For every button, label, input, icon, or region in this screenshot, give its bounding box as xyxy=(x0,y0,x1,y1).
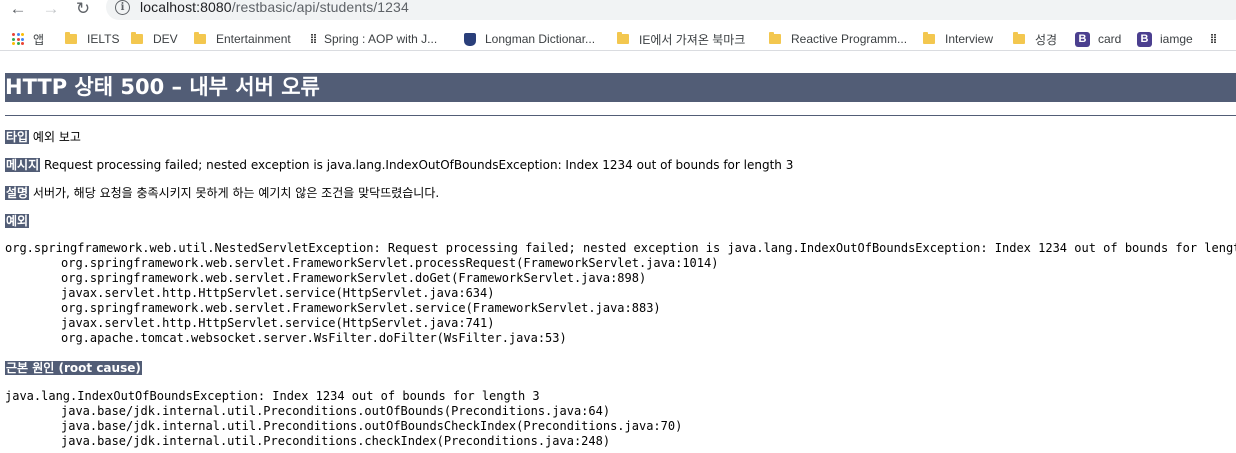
bookmark-overflow[interactable]: ⁞⁞ xyxy=(1210,30,1224,48)
address-bar[interactable]: i localhost:8080/restbasic/api/students/… xyxy=(106,0,1236,20)
bookmark-dev[interactable]: DEV xyxy=(131,30,178,48)
bookmark-bible[interactable]: 성경 xyxy=(1013,30,1057,48)
root-cause-heading: 근본 원인 (root cause) xyxy=(5,360,142,376)
bookmark-label: 성경 xyxy=(1035,32,1058,47)
bookmark-label: DEV xyxy=(153,32,178,46)
bookmark-label: Spring : AOP with J... xyxy=(324,32,438,46)
root-cause-label: 근본 원인 (root cause) xyxy=(5,361,142,375)
dots-icon: ⁞⁞ xyxy=(1210,32,1217,46)
exception-stacktrace: org.springframework.web.util.NestedServl… xyxy=(5,241,1236,346)
bookmark-interview[interactable]: Interview xyxy=(923,30,993,48)
description-row: 설명 서버가, 해당 요청을 충족시키지 못하게 하는 예기치 않은 조건을 맞… xyxy=(5,185,439,201)
info-icon[interactable]: i xyxy=(115,0,130,15)
bookmark-label: iamge xyxy=(1160,32,1193,46)
bookmark-ie-imported[interactable]: IE에서 가져온 북마크 xyxy=(617,30,745,48)
stack-frame: java.base/jdk.internal.util.Precondition… xyxy=(61,419,683,433)
folder-icon xyxy=(1013,32,1025,44)
description-label: 설명 xyxy=(5,186,30,200)
bookmark-label: IE에서 가져온 북마크 xyxy=(639,32,746,47)
bookmark-label: Reactive Programm... xyxy=(791,32,908,46)
stack-frame: org.springframework.web.servlet.Framewor… xyxy=(61,271,647,285)
folder-icon xyxy=(65,32,77,44)
root-cause-head: java.lang.IndexOutOfBoundsException: Ind… xyxy=(5,389,540,403)
folder-icon xyxy=(923,32,935,44)
stack-frame: javax.servlet.http.HttpServlet.service(H… xyxy=(61,286,495,300)
exception-heading: 예외 xyxy=(5,213,30,229)
stack-frame: java.base/jdk.internal.util.Precondition… xyxy=(61,434,611,448)
bootstrap-icon: B xyxy=(1137,31,1152,47)
page-title: HTTP 상태 500 – 내부 서버 오류 xyxy=(5,73,1236,102)
bookmark-label: IELTS xyxy=(87,32,120,46)
forward-arrow-icon: → xyxy=(42,0,60,18)
bookmarks-bar: 앱 IELTS DEV Entertainment ⁞⁞ Spring : AO… xyxy=(0,28,1236,51)
bookmark-ielts[interactable]: IELTS xyxy=(65,30,119,48)
message-value: Request processing failed; nested except… xyxy=(43,158,794,172)
divider xyxy=(5,115,1236,116)
folder-icon xyxy=(769,32,781,44)
apps-grid-icon xyxy=(12,33,24,45)
stack-frame: org.springframework.web.servlet.Framewor… xyxy=(61,301,661,315)
longman-icon xyxy=(464,32,476,46)
bookmark-label: card xyxy=(1098,32,1122,46)
bookmark-card[interactable]: B card xyxy=(1075,30,1121,48)
url-text[interactable]: localhost:8080/restbasic/api/students/12… xyxy=(140,0,409,15)
bookmark-entertainment[interactable]: Entertainment xyxy=(194,30,291,48)
bookmark-reactive[interactable]: Reactive Programm... xyxy=(769,30,907,48)
stack-frame: javax.servlet.http.HttpServlet.service(H… xyxy=(61,316,495,330)
folder-icon xyxy=(194,32,206,44)
bookmark-apps[interactable]: 앱 xyxy=(12,30,44,48)
folder-icon xyxy=(131,32,143,44)
root-cause-stacktrace: java.lang.IndexOutOfBoundsException: Ind… xyxy=(5,389,682,449)
stack-frame: java.base/jdk.internal.util.Precondition… xyxy=(61,404,611,418)
bookmark-label: 앱 xyxy=(33,32,45,47)
message-label: 메시지 xyxy=(5,158,41,172)
bookmark-spring-aop[interactable]: ⁞⁞ Spring : AOP with J... xyxy=(310,30,437,48)
exception-head: org.springframework.web.util.NestedServl… xyxy=(5,241,1236,255)
type-value: 예외 보고 xyxy=(32,130,81,144)
back-button[interactable]: ← xyxy=(7,0,29,18)
back-arrow-icon: ← xyxy=(9,0,27,18)
forward-button[interactable]: → xyxy=(40,0,62,18)
bookmark-label: Longman Dictionar... xyxy=(485,32,596,46)
dots-icon: ⁞⁞ xyxy=(310,32,317,46)
bookmark-label: Entertainment xyxy=(216,32,291,46)
url-host: localhost:8080 xyxy=(140,0,232,15)
bookmark-iamge[interactable]: B iamge xyxy=(1137,30,1193,48)
exception-label: 예외 xyxy=(5,214,30,228)
message-row: 메시지 Request processing failed; nested ex… xyxy=(5,157,793,173)
folder-icon xyxy=(617,32,629,44)
bookmark-label: Interview xyxy=(945,32,994,46)
stack-frame: org.apache.tomcat.websocket.server.WsFil… xyxy=(61,331,567,345)
type-label: 타입 xyxy=(5,130,30,144)
reload-button[interactable]: ↻ xyxy=(72,0,94,18)
bookmark-longman[interactable]: Longman Dictionar... xyxy=(464,30,595,48)
reload-icon: ↻ xyxy=(75,0,91,18)
type-row: 타입 예외 보고 xyxy=(5,129,81,145)
url-path: /restbasic/api/students/1234 xyxy=(231,0,409,15)
bootstrap-icon: B xyxy=(1075,31,1090,47)
browser-toolbar: ← → ↻ i localhost:8080/restbasic/api/stu… xyxy=(0,0,1236,22)
stack-frame: org.springframework.web.servlet.Framewor… xyxy=(61,256,719,270)
description-value: 서버가, 해당 요청을 충족시키지 못하게 하는 예기치 않은 조건을 맞닥뜨렸… xyxy=(32,186,440,200)
